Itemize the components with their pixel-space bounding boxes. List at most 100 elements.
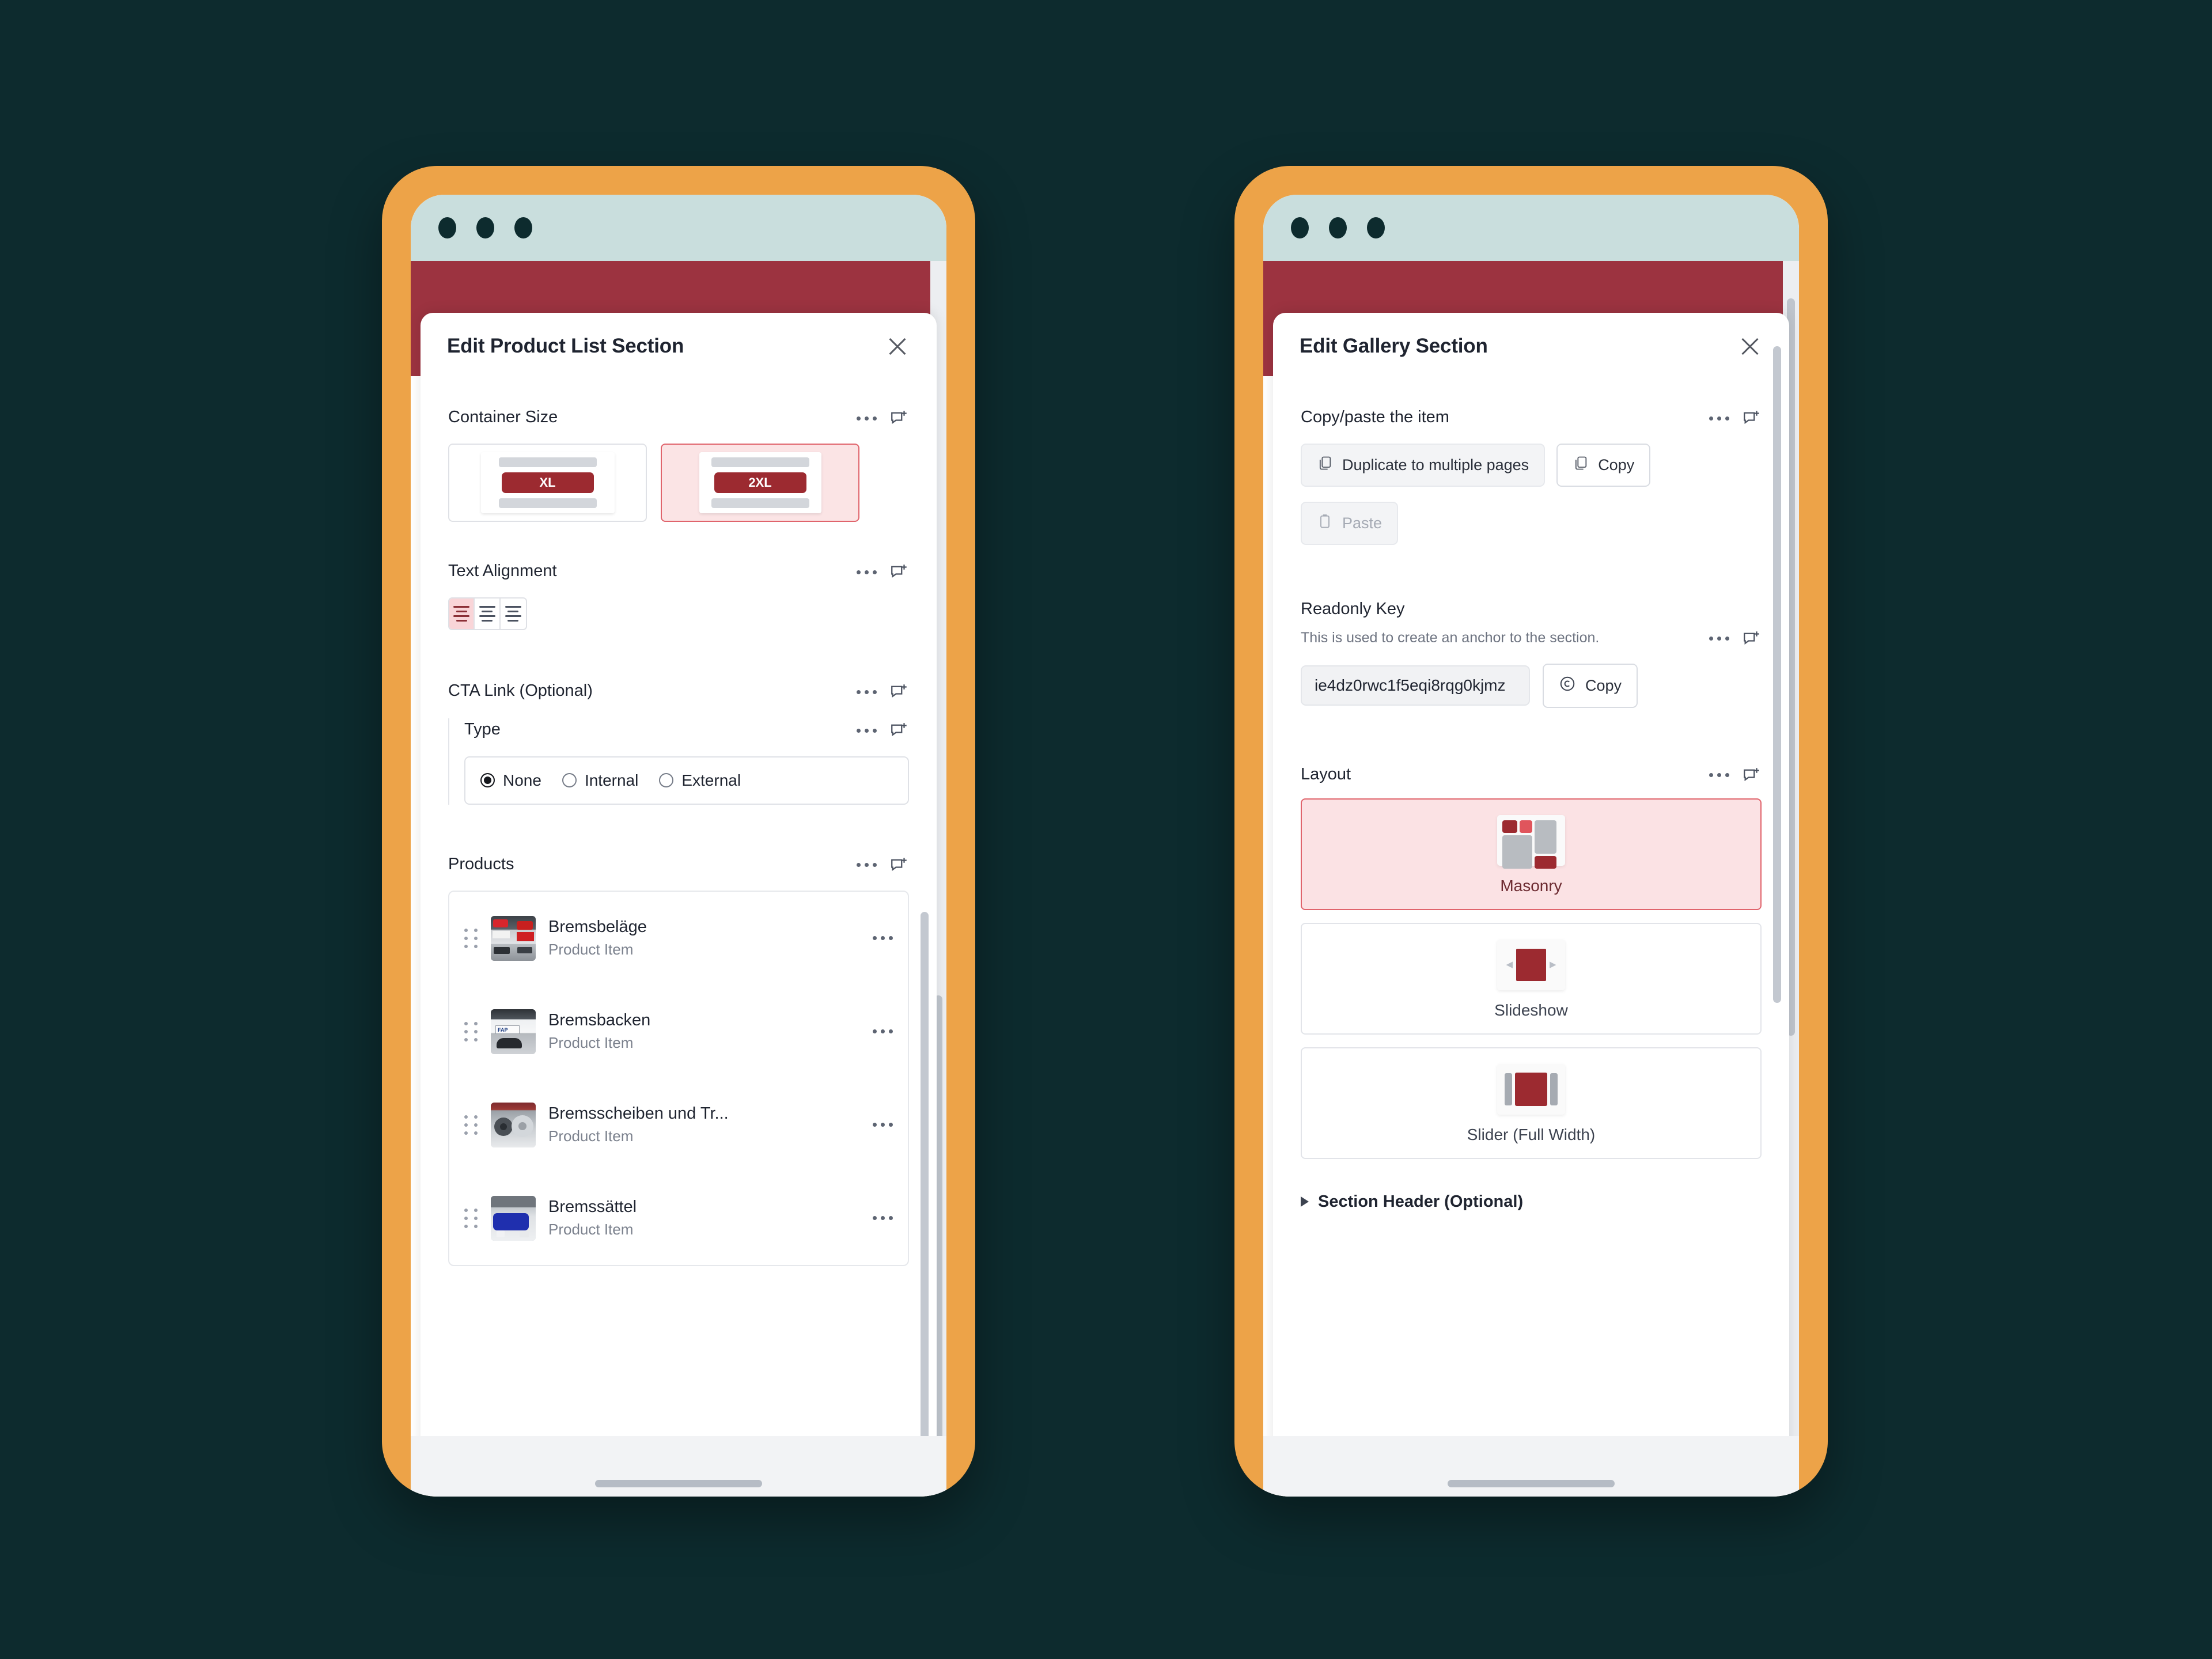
layout-option-slider-full-width[interactable]: Slider (Full Width) [1301, 1047, 1762, 1159]
align-center-button[interactable] [475, 599, 501, 630]
ellipsis-icon[interactable] [857, 728, 877, 733]
ellipsis-icon[interactable] [857, 690, 877, 694]
field-label-type: Type [464, 720, 501, 739]
page-title: Edit Gallery Section [1300, 335, 1488, 357]
product-subtitle: Product Item [548, 1127, 634, 1145]
field-header: Products [448, 853, 909, 876]
field-header: Container Size [448, 406, 909, 429]
field-container-size: Container Size XL 2XL [421, 406, 937, 522]
add-comment-icon[interactable] [1742, 629, 1762, 649]
row-ellipsis-icon[interactable] [873, 1123, 893, 1127]
field-cta-link: CTA Link (Optional) Type None Internal E… [421, 680, 937, 805]
container-size-glyph: XL [480, 452, 615, 514]
product-text: Bremsbacken Product Item [548, 1011, 860, 1052]
copy-key-button[interactable]: Copy [1543, 663, 1638, 708]
modal-scrollbar-thumb-left[interactable] [921, 912, 929, 1465]
ellipsis-icon[interactable] [857, 570, 877, 574]
product-thumbnail [491, 1195, 536, 1241]
window-dot-maximize[interactable] [514, 217, 532, 238]
product-title: Bremsbeläge [548, 918, 647, 937]
field-header: Copy/paste the item [1301, 406, 1762, 429]
table-row[interactable]: Bremsscheiben und Tr... Product Item [449, 1078, 908, 1172]
modal-body-left: Container Size XL 2XL Text Alignment CTA… [421, 406, 937, 1306]
ellipsis-icon[interactable] [857, 416, 877, 421]
row-ellipsis-icon[interactable] [873, 1029, 893, 1034]
triangle-right-icon [1301, 1196, 1309, 1207]
field-label: Layout [1301, 764, 1351, 783]
field-tools [857, 560, 909, 582]
readonly-key-input[interactable]: ie4dz0rwc1f5eqi8rqg0kjmz [1301, 665, 1530, 706]
table-row[interactable]: FAP Bremsbacken Product Item [449, 985, 908, 1078]
product-title: Bremsbacken [548, 1011, 651, 1030]
ellipsis-icon[interactable] [857, 863, 877, 868]
add-comment-icon[interactable] [1742, 408, 1762, 428]
copy-icon [1573, 455, 1589, 475]
copy-button[interactable]: Copy [1556, 444, 1651, 487]
browser-chrome-left [411, 195, 946, 261]
window-dot-close[interactable] [438, 217, 456, 238]
radio-indicator [659, 773, 674, 788]
window-dot-close[interactable] [1291, 217, 1309, 238]
table-row[interactable]: Bremssättel Product Item [449, 1172, 908, 1265]
duplicate-to-multiple-pages-button[interactable]: Duplicate to multiple pages [1301, 444, 1546, 487]
window-dot-minimize[interactable] [1329, 217, 1347, 238]
align-left-button[interactable] [449, 599, 475, 630]
container-size-label: XL [501, 472, 594, 494]
close-icon[interactable] [1737, 334, 1763, 359]
radio-option-external[interactable]: External [659, 771, 741, 790]
layout-option-masonry[interactable]: Masonry [1301, 798, 1762, 910]
field-tools [1709, 406, 1762, 428]
product-thumbnail: FAP [491, 1009, 536, 1054]
row-ellipsis-icon[interactable] [873, 1216, 893, 1221]
add-comment-icon[interactable] [889, 562, 909, 582]
layout-option-label: Slideshow [1494, 1001, 1568, 1019]
section-header-disclosure[interactable]: Section Header (Optional) [1273, 1192, 1789, 1211]
modal-scrollbar-thumb-right[interactable] [1773, 346, 1781, 1003]
table-row[interactable]: Bremsbeläge Product Item [449, 892, 908, 985]
ellipsis-icon[interactable] [1709, 637, 1729, 641]
product-subtitle: Product Item [548, 1221, 634, 1238]
radio-option-internal[interactable]: Internal [562, 771, 638, 790]
layout-option-label: Masonry [1500, 876, 1562, 895]
paste-button[interactable]: Paste [1301, 502, 1399, 546]
drag-handle-icon[interactable] [464, 1208, 478, 1228]
copy-circle-icon [1559, 675, 1576, 696]
add-comment-icon[interactable] [889, 682, 909, 702]
drag-handle-icon[interactable] [464, 1115, 478, 1135]
add-comment-icon[interactable] [889, 721, 909, 740]
product-title: Bremssättel [548, 1198, 637, 1217]
ellipsis-icon[interactable] [1709, 416, 1729, 421]
field-label: Readonly Key [1301, 600, 1405, 619]
screen-footer-left [411, 1436, 946, 1497]
radio-label: Internal [584, 771, 639, 789]
field-header: Text Alignment [448, 560, 909, 582]
field-label: CTA Link (Optional) [448, 681, 593, 700]
paste-icon [1317, 513, 1333, 533]
cta-type-block: Type None Internal External [448, 718, 909, 805]
text-alignment-group [448, 597, 527, 631]
container-size-option-2xl[interactable]: 2XL [661, 444, 859, 522]
drag-handle-icon[interactable] [464, 928, 478, 948]
container-size-option-xl[interactable]: XL [448, 444, 647, 522]
add-comment-icon[interactable] [889, 408, 909, 428]
ellipsis-icon[interactable] [1709, 773, 1729, 778]
align-right-button[interactable] [500, 599, 526, 630]
field-label: Text Alignment [448, 562, 557, 581]
layout-option-slideshow[interactable]: ◀ ▶ Slideshow [1301, 922, 1762, 1035]
copy-label: Copy [1598, 456, 1635, 474]
phone-mockup-gallery: Edit Gallery Section Copy/paste the item [1234, 166, 1828, 1497]
browser-chrome-right [1263, 195, 1799, 261]
add-comment-icon[interactable] [889, 855, 909, 875]
close-icon[interactable] [885, 334, 910, 359]
add-comment-icon[interactable] [1742, 766, 1762, 785]
product-text: Bremssättel Product Item [548, 1198, 860, 1238]
slider-icon [1302, 1063, 1760, 1115]
container-size-options: XL 2XL [448, 444, 909, 522]
window-dot-maximize[interactable] [1367, 217, 1385, 238]
radio-option-none[interactable]: None [480, 771, 541, 790]
window-dot-minimize[interactable] [476, 217, 494, 238]
row-ellipsis-icon[interactable] [873, 936, 893, 941]
drag-handle-icon[interactable] [464, 1021, 478, 1041]
radio-indicator [480, 773, 495, 788]
field-layout: Layout Masonry ◀ ▶ Slideshow Slider (Ful… [1273, 763, 1789, 1159]
